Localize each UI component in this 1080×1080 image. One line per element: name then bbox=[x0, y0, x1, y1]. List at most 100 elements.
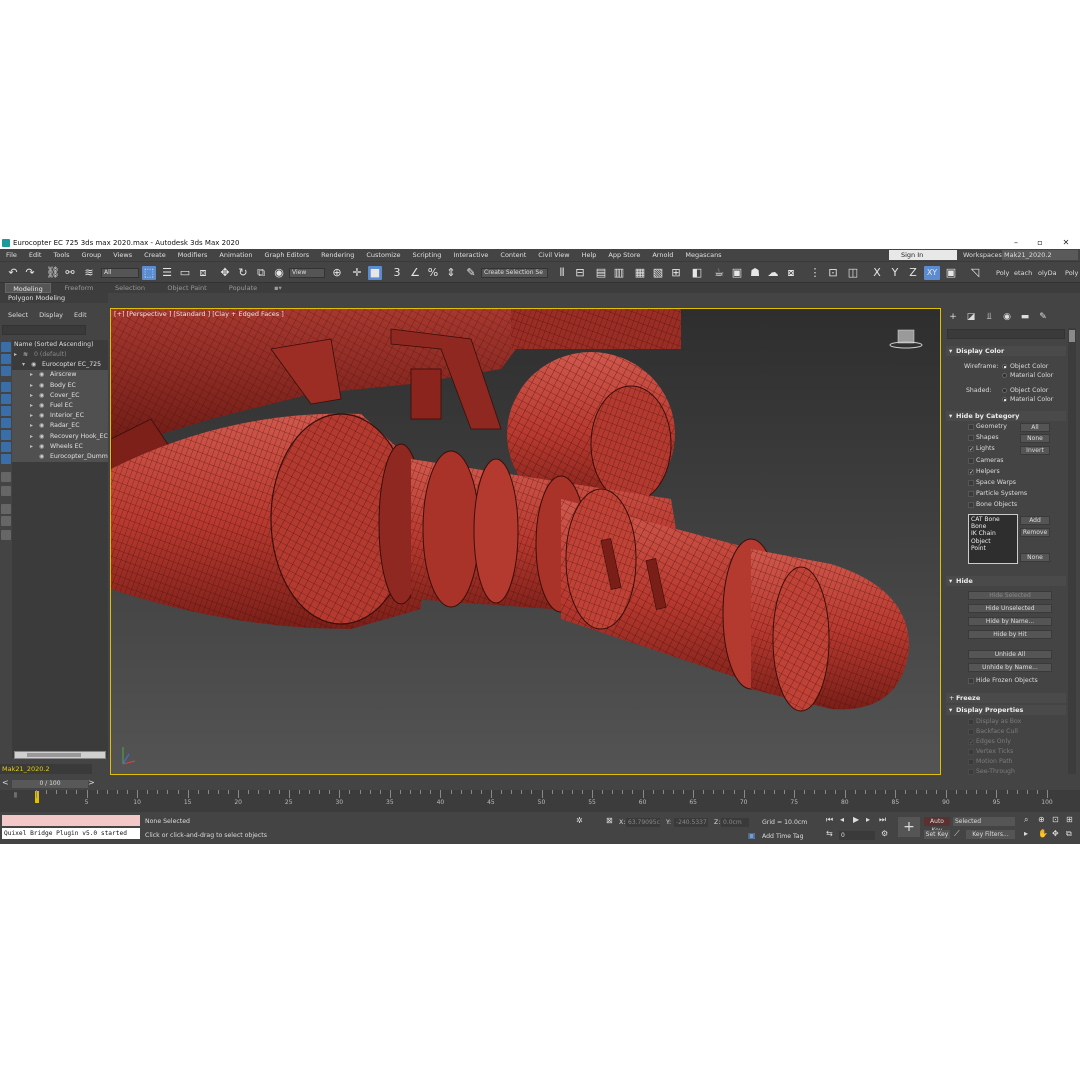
menu-item-content[interactable]: Content bbox=[494, 251, 532, 259]
y-coord-field[interactable]: -240.5337 bbox=[674, 818, 708, 827]
category-checkbox[interactable] bbox=[968, 424, 974, 430]
explorer-row[interactable]: ▾ ◉ Eurocopter EC_725 bbox=[12, 360, 108, 370]
explorer-row[interactable]: ▸ ◉ Radar_EC bbox=[12, 421, 108, 432]
zoom-all-icon[interactable]: ⊕ bbox=[1038, 815, 1045, 824]
layer-explorer-icon[interactable]: ▥ bbox=[612, 266, 626, 280]
play-icon[interactable]: ▶ bbox=[853, 815, 859, 824]
key-filters-button[interactable]: Key Filters... bbox=[966, 830, 1015, 839]
tab-populate[interactable]: Populate bbox=[220, 283, 266, 293]
display-property-checkbox[interactable] bbox=[968, 769, 974, 775]
display-geometry-icon[interactable] bbox=[1, 354, 11, 364]
display-color-rollout[interactable]: Display Color bbox=[946, 346, 1066, 356]
create-tab-icon[interactable]: + bbox=[946, 310, 960, 324]
named-selection-sets-dropdown[interactable]: Create Selection Se bbox=[481, 268, 548, 278]
maxscript-output[interactable]: Quixel Bridge Plugin v5.0 started bbox=[2, 828, 140, 839]
explorer-row[interactable]: ▸ ◉ Recovery Hook_EC bbox=[12, 431, 108, 442]
explorer-row[interactable]: ◉ Eurocopter_Dumm bbox=[12, 451, 108, 463]
key-tangent-icon[interactable]: ⟋ bbox=[954, 829, 960, 839]
axis-x-button[interactable]: X bbox=[870, 266, 884, 280]
sign-in-button[interactable]: Sign In bbox=[889, 250, 957, 260]
select-object-icon[interactable]: ⬚ bbox=[142, 266, 156, 280]
expand-arrow-icon[interactable]: ▸ bbox=[30, 381, 33, 391]
display-none2-icon[interactable] bbox=[1, 486, 11, 496]
perspective-viewport[interactable]: [+] [Perspective ] [Standard ] [Clay + E… bbox=[110, 308, 941, 775]
workspace-dropdown[interactable]: Mak21_2020.2 bbox=[1002, 250, 1078, 260]
hide-unselected-button[interactable]: Hide Unselected bbox=[968, 604, 1052, 613]
display-helpers-icon[interactable] bbox=[1, 406, 11, 416]
visibility-eye-icon[interactable]: ◉ bbox=[39, 442, 44, 452]
close-icon[interactable]: ✕ bbox=[1056, 236, 1076, 249]
macro-icon[interactable]: ▣ bbox=[944, 266, 958, 280]
menu-item-scripting[interactable]: Scripting bbox=[407, 251, 448, 259]
category-checkbox[interactable] bbox=[968, 457, 974, 464]
explorer-menu-display[interactable]: Display bbox=[31, 311, 66, 319]
menu-item-megascans[interactable]: Megascans bbox=[679, 251, 727, 259]
menu-item-graph-editors[interactable]: Graph Editors bbox=[259, 251, 316, 259]
time-tag-icon[interactable]: ▣ bbox=[748, 831, 756, 840]
menu-item-arnold[interactable]: Arnold bbox=[646, 251, 679, 259]
explorer-row[interactable]: ▸ ◉ Wheels EC bbox=[12, 441, 108, 452]
set-key-plus-icon[interactable]: + bbox=[898, 817, 920, 837]
menu-item-help[interactable]: Help bbox=[576, 251, 603, 259]
window-crossing-icon[interactable]: ⧈ bbox=[196, 266, 210, 280]
display-property-checkbox[interactable] bbox=[968, 719, 974, 725]
slider-right-icon[interactable]: > bbox=[88, 778, 95, 787]
command-panel-scrollbar[interactable] bbox=[1068, 328, 1076, 774]
menu-item-edit[interactable]: Edit bbox=[23, 251, 48, 259]
selection-lock-icon[interactable]: ⊠ bbox=[606, 816, 613, 825]
menu-item-app-store[interactable]: App Store bbox=[602, 251, 646, 259]
reference-coord-dropdown[interactable]: View bbox=[289, 268, 325, 278]
modify-tab-icon[interactable]: ◪ bbox=[964, 310, 978, 324]
filter-icon[interactable] bbox=[1, 516, 11, 526]
menu-item-create[interactable]: Create bbox=[138, 251, 172, 259]
listbox-item[interactable]: IK Chain Object bbox=[971, 530, 1015, 544]
display-lights-icon[interactable] bbox=[1, 382, 11, 392]
rect-selection-icon[interactable]: ▭ bbox=[178, 266, 192, 280]
display-property-checkbox[interactable] bbox=[968, 749, 974, 755]
explorer-horizontal-scrollbar[interactable] bbox=[14, 751, 106, 759]
category-none-button[interactable]: None bbox=[1020, 434, 1050, 443]
category-invert-button[interactable]: Invert bbox=[1020, 446, 1050, 455]
zoom-extents-icon[interactable]: ⊡ bbox=[1052, 815, 1059, 824]
add-category-button[interactable]: Add bbox=[1020, 516, 1050, 525]
category-checkbox[interactable] bbox=[968, 435, 974, 442]
category-none2-button[interactable]: None bbox=[1020, 553, 1050, 562]
utilities-tab-icon[interactable]: ✎ bbox=[1036, 310, 1050, 324]
explorer-row[interactable]: ▸ ◉ Cover_EC bbox=[12, 390, 108, 401]
visibility-eye-icon[interactable]: ◉ bbox=[39, 421, 44, 431]
explorer-row[interactable]: ▸ ◉ Airscrew bbox=[12, 370, 108, 381]
wireframe-object-color-radio[interactable] bbox=[1002, 364, 1007, 369]
mirror-icon[interactable]: ⫴ bbox=[555, 266, 569, 280]
axis-xy-button[interactable]: XY bbox=[924, 266, 940, 280]
tab-object-paint[interactable]: Object Paint bbox=[160, 283, 214, 293]
current-layer-field[interactable]: Mak21_2020.2 bbox=[0, 764, 92, 774]
rotate-icon[interactable]: ↻ bbox=[236, 266, 250, 280]
category-all-button[interactable]: All bbox=[1020, 423, 1050, 432]
pivot-center-icon[interactable]: ⊕ bbox=[330, 266, 344, 280]
angle-snap-icon[interactable]: ∠ bbox=[408, 266, 422, 280]
expand-arrow-icon[interactable]: ▾ bbox=[22, 360, 25, 370]
visibility-eye-icon[interactable]: ◉ bbox=[39, 411, 44, 421]
hide-by-category-rollout[interactable]: Hide by Category bbox=[946, 411, 1066, 421]
display-spacewarps-icon[interactable] bbox=[1, 418, 11, 428]
minimize-icon[interactable]: – bbox=[1006, 236, 1026, 249]
find-icon[interactable] bbox=[1, 530, 11, 540]
visibility-eye-icon[interactable]: ◉ bbox=[39, 452, 44, 462]
bevel-icon[interactable]: ◹ bbox=[968, 266, 982, 280]
ribbon-toggle-icon[interactable]: ▦ bbox=[633, 266, 647, 280]
expand-arrow-icon[interactable]: ▸ bbox=[30, 411, 33, 421]
add-time-tag[interactable]: Add Time Tag bbox=[762, 833, 804, 840]
menu-item-file[interactable]: File bbox=[0, 251, 23, 259]
render-cloud-icon[interactable]: ☁ bbox=[766, 266, 780, 280]
visibility-eye-icon[interactable]: ◉ bbox=[39, 401, 44, 411]
ribbon-subtab-polygon-modeling[interactable]: Polygon Modeling bbox=[0, 293, 108, 303]
explorer-menu-edit[interactable]: Edit bbox=[66, 311, 90, 319]
display-cameras-icon[interactable] bbox=[1, 394, 11, 404]
menu-item-tools[interactable]: Tools bbox=[47, 251, 75, 259]
display-shapes-icon[interactable] bbox=[1, 366, 11, 376]
unlink-icon[interactable]: ⚯ bbox=[63, 266, 77, 280]
poly-tool-2[interactable]: etach bbox=[1014, 269, 1032, 277]
visibility-eye-icon[interactable]: ◉ bbox=[39, 381, 44, 391]
visibility-eye-icon[interactable]: ◉ bbox=[39, 370, 44, 380]
explorer-row[interactable]: ▸ ≋ 0 (default) bbox=[12, 350, 108, 360]
